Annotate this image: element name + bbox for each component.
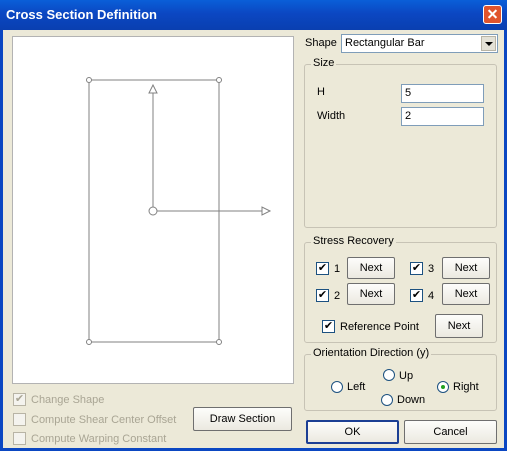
stress-point-4-checkbox[interactable]: ✔	[410, 289, 423, 302]
h-input[interactable]: 5	[401, 84, 484, 103]
ok-button[interactable]: OK	[306, 420, 399, 444]
window-title: Cross Section Definition	[6, 7, 157, 22]
shear-center-label: Compute Shear Center Offset	[31, 414, 177, 426]
stress-point-4-label: 4	[428, 290, 435, 302]
orientation-down-label: Down	[397, 394, 426, 406]
shape-select-value: Rectangular Bar	[345, 37, 425, 49]
stress-point-4-next-button[interactable]: Next	[442, 283, 490, 305]
corner-node	[216, 77, 222, 83]
centroid-node	[148, 206, 158, 216]
orientation-up-label: Up	[399, 370, 414, 382]
h-label: H	[317, 86, 325, 98]
orientation-down-radio[interactable]	[381, 394, 393, 406]
width-label: Width	[317, 110, 346, 122]
stress-point-3-next-button[interactable]: Next	[442, 257, 490, 279]
stress-recovery-title: Stress Recovery	[311, 235, 396, 247]
y-axis-arrow-icon	[148, 83, 158, 94]
stress-point-3-label: 3	[428, 263, 435, 275]
shear-center-checkbox[interactable]	[13, 413, 26, 426]
z-axis-arrow-icon	[261, 206, 272, 216]
section-drawing	[86, 77, 272, 345]
warping-constant-checkbox[interactable]	[13, 432, 26, 445]
close-icon[interactable]	[483, 5, 502, 24]
orientation-title: Orientation Direction (y)	[311, 347, 432, 359]
shape-select[interactable]: Rectangular Bar	[341, 34, 498, 53]
warping-constant-label: Compute Warping Constant	[31, 433, 167, 445]
section-preview-canvas	[12, 36, 294, 384]
title-bar: Cross Section Definition	[0, 0, 507, 30]
orientation-left-radio[interactable]	[331, 381, 343, 393]
stress-point-2-checkbox[interactable]: ✔	[316, 289, 329, 302]
orientation-right-radio[interactable]	[437, 381, 449, 393]
reference-point-checkbox[interactable]: ✔	[322, 320, 335, 333]
stress-point-3-checkbox[interactable]: ✔	[410, 262, 423, 275]
change-shape-checkbox[interactable]: ✔	[13, 393, 26, 406]
chevron-down-icon[interactable]	[481, 36, 496, 51]
reference-point-next-button[interactable]: Next	[435, 314, 483, 338]
orientation-up-radio[interactable]	[383, 369, 395, 381]
size-group-title: Size	[311, 57, 337, 69]
draw-section-button[interactable]: Draw Section	[193, 407, 292, 431]
corner-node	[86, 77, 92, 83]
stress-point-2-next-button[interactable]: Next	[347, 283, 395, 305]
reference-point-label: Reference Point	[340, 321, 419, 333]
width-input[interactable]: 2	[401, 107, 484, 126]
stress-point-2-label: 2	[334, 290, 341, 302]
stress-point-1-checkbox[interactable]: ✔	[316, 262, 329, 275]
corner-node	[216, 339, 222, 345]
change-shape-label: Change Shape	[31, 394, 105, 406]
corner-node	[86, 339, 92, 345]
stress-point-1-next-button[interactable]: Next	[347, 257, 395, 279]
stress-point-1-label: 1	[334, 263, 341, 275]
cancel-button[interactable]: Cancel	[404, 420, 497, 444]
orientation-right-label: Right	[453, 381, 479, 393]
orientation-left-label: Left	[347, 381, 366, 393]
shape-label: Shape	[305, 37, 337, 49]
